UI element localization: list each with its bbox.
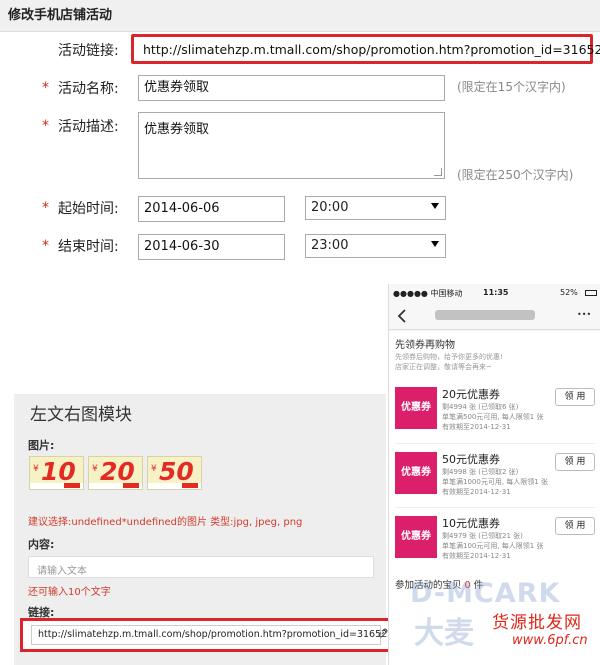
activity-desc-label: 活动描述: <box>58 119 119 135</box>
coupon-title: 50元优惠券 <box>442 453 500 466</box>
coupon-rule: 单笔满500元可用, 每人限领1 张 <box>442 413 544 421</box>
coupon-expire: 有效期至2014-12-31 <box>442 488 511 496</box>
source-watermark: 货源批发网 <box>492 613 582 633</box>
brand-watermark-cn: 大麦 <box>414 616 474 651</box>
coupon-card: 优惠券 50元优惠券 剩4998 张 (已领取2 张) 单笔满1000元可用, … <box>395 447 595 507</box>
coupon-amount: 20 <box>100 457 135 486</box>
clock-text: 11:35 <box>483 288 509 297</box>
start-date-input[interactable]: 2014-06-06 <box>138 196 285 222</box>
brand-watermark: D-MCARK <box>410 578 561 609</box>
activity-link-field[interactable]: http://slimatehzp.m.tmall.com/shop/promo… <box>131 34 600 64</box>
claim-button[interactable]: 领 用 <box>555 517 595 535</box>
page-title: 修改手机店铺活动 <box>0 0 600 32</box>
coupon-card: 优惠券 20元优惠券 剩4994 张 (已领取6 张) 单笔满500元可用, 每… <box>395 382 595 442</box>
coupon-remain: 剩4998 张 (已领取2 张) <box>442 468 519 476</box>
claim-button[interactable]: 领 用 <box>555 453 595 471</box>
coupon-claim-tag <box>182 483 198 488</box>
dropdown-arrow-icon <box>431 241 439 247</box>
start-time-value: 20:00 <box>311 200 349 215</box>
source-url-watermark: www.6pf.cn <box>512 633 588 648</box>
name-limit-hint: (限定在15个汉字内) <box>457 80 566 94</box>
coupon-image-20[interactable]: ¥ 20 <box>88 456 143 490</box>
coupon-rule: 单笔满1000元可用, 每人限领1 张 <box>442 478 548 486</box>
activity-link-value: http://slimatehzp.m.tmall.com/shop/promo… <box>143 42 600 57</box>
module-link-value: http://slimatehzp.m.tmall.com/shop/promo… <box>38 629 400 640</box>
end-date-input[interactable]: 2014-06-30 <box>138 234 285 260</box>
yen-symbol: ¥ <box>92 464 98 474</box>
coupon-image-10[interactable]: ¥ 10 <box>29 456 84 490</box>
activity-name-label: 活动名称: <box>58 81 119 97</box>
remaining-chars-text: 还可输入10个文字 <box>28 587 111 598</box>
required-mark: * <box>42 80 49 96</box>
coupon-title: 20元优惠券 <box>442 388 500 401</box>
coupon-amount: 10 <box>41 457 76 486</box>
coupon-card: 优惠券 10元优惠券 剩4979 张 (已领取21 张) 单笔满100元可用, … <box>395 511 595 571</box>
status-bar: ●●●●● 中国移动 11:35 52% <box>389 284 600 302</box>
required-mark: * <box>42 200 49 216</box>
coupon-remain: 剩4979 张 (已领取21 张) <box>442 532 523 540</box>
coupon-image-50[interactable]: ¥ 50 <box>147 456 202 490</box>
start-time-select[interactable]: 20:00 <box>305 196 446 220</box>
battery-icon <box>585 290 597 296</box>
required-mark: * <box>42 238 49 254</box>
coupon-claim-tag <box>123 483 139 488</box>
content-input[interactable]: 请输入文本 <box>28 556 374 578</box>
yen-symbol: ¥ <box>33 464 39 474</box>
carrier-text: ●●●●● 中国移动 <box>393 289 463 298</box>
dropdown-arrow-icon <box>431 203 439 209</box>
module-title: 左文右图模块 <box>30 405 132 425</box>
divider <box>395 507 595 508</box>
section-desc: 店家正在调整，敬请等会再来~ <box>395 363 492 371</box>
activity-desc-value: 优惠券领取 <box>144 122 210 137</box>
module-link-field[interactable]: http://slimatehzp.m.tmall.com/shop/promo… <box>20 618 399 652</box>
divider <box>395 443 595 444</box>
coupon-remain: 剩4994 张 (已领取6 张) <box>442 403 519 411</box>
section-desc: 先领券后购物，给予你更多的优惠! <box>395 353 503 361</box>
required-mark: * <box>42 118 49 134</box>
coupon-badge: 优惠券 <box>395 516 437 558</box>
coupon-expire: 有效期至2014-12-31 <box>442 552 511 560</box>
coupon-rule: 单笔满100元可用, 每人限领1 张 <box>442 542 544 550</box>
mobile-nav-bar: ••• <box>389 302 600 330</box>
coupon-claim-tag <box>64 483 80 488</box>
activity-name-input[interactable]: 优惠券领取 <box>138 75 445 101</box>
chevron-left-icon[interactable] <box>397 309 407 323</box>
battery-text: 52% <box>560 288 578 297</box>
module-link-input[interactable]: http://slimatehzp.m.tmall.com/shop/promo… <box>31 625 399 645</box>
blurred-title <box>435 310 535 320</box>
coupon-amount: 50 <box>159 457 194 486</box>
resize-handle-icon[interactable] <box>434 168 442 176</box>
image-label: 图片: <box>28 439 55 452</box>
start-time-label: 起始时间: <box>58 201 119 217</box>
end-time-select[interactable]: 23:00 <box>305 234 446 258</box>
content-label: 内容: <box>28 538 55 551</box>
coupon-expire: 有效期至2014-12-31 <box>442 423 511 431</box>
section-title: 先领券再购物 <box>395 340 455 351</box>
coupon-title: 10元优惠券 <box>442 517 500 530</box>
coupon-badge: 优惠券 <box>395 452 437 494</box>
yen-symbol: ¥ <box>151 464 157 474</box>
module-editor-panel: 左文右图模块 图片: ¥ 10 ¥ 20 ¥ 50 建议选择:undefined… <box>14 394 399 665</box>
image-suggestion-text: 建议选择:undefined*undefined的图片 类型:jpg, jpeg… <box>28 517 303 528</box>
claim-button[interactable]: 领 用 <box>555 388 595 406</box>
end-time-value: 23:00 <box>311 238 349 253</box>
activity-desc-textarea[interactable]: 优惠券领取 <box>138 112 445 179</box>
desc-limit-hint: (限定在250个汉字内) <box>457 168 574 182</box>
activity-link-label: 活动链接: <box>58 43 119 59</box>
coupon-badge: 优惠券 <box>395 387 437 429</box>
end-time-label: 结束时间: <box>58 239 119 255</box>
more-icon[interactable]: ••• <box>577 310 591 319</box>
